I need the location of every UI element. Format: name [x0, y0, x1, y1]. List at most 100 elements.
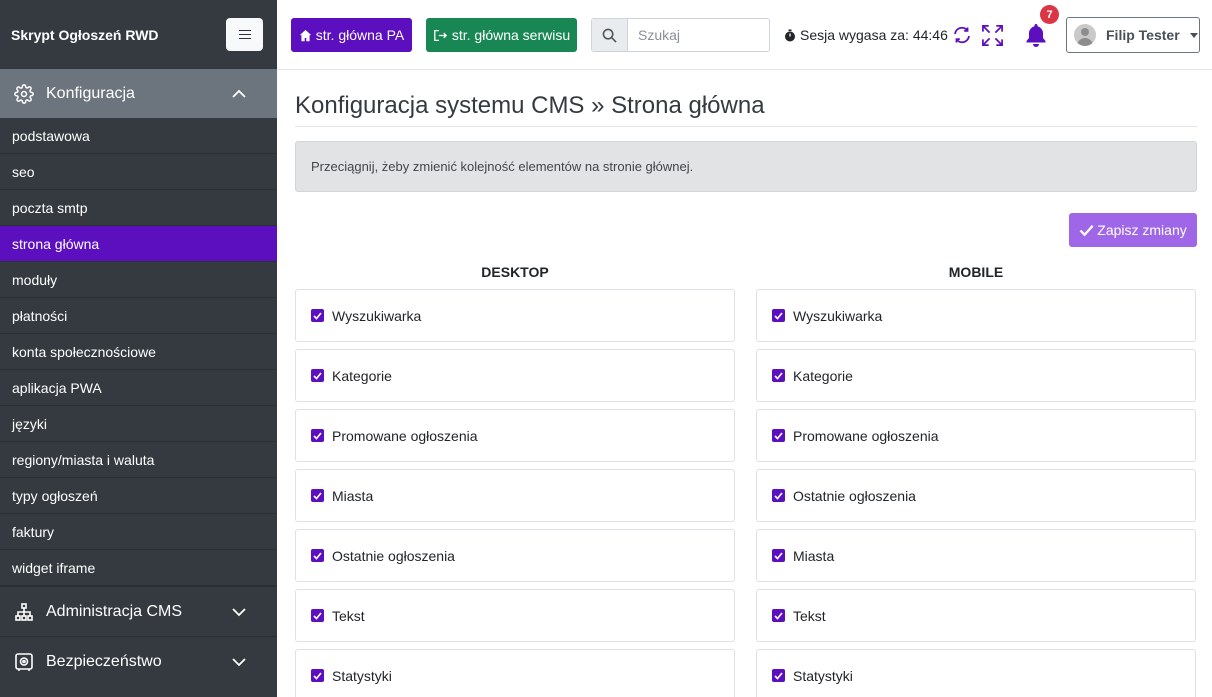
sidebar-item-regiony[interactable]: regiony/miasta i waluta: [0, 442, 277, 478]
sidebar-item-aplikacja-pwa[interactable]: aplikacja PWA: [0, 370, 277, 406]
sortable-item[interactable]: Ostatnie ogłoszenia: [756, 469, 1196, 522]
menu-toggle-button[interactable]: [226, 18, 263, 51]
info-alert: Przeciągnij, żeby zmienić kolejność elem…: [295, 141, 1197, 192]
sidebar-item-faktury[interactable]: faktury: [0, 514, 277, 550]
check-icon: [313, 491, 322, 500]
check-icon: [1079, 224, 1094, 236]
sidebar-item-label: strona główna: [12, 235, 100, 252]
topbar: str. główna PA str. główna serwisu Sesja…: [277, 0, 1212, 70]
sidebar-item-moduly[interactable]: moduły: [0, 262, 277, 298]
sidebar-item-label: widget iframe: [12, 559, 96, 576]
sortable-item[interactable]: Miasta: [295, 469, 735, 522]
item-label: Ostatnie ogłoszenia: [332, 547, 455, 564]
checkbox[interactable]: [772, 609, 785, 622]
check-icon: [313, 671, 322, 680]
save-label: Zapisz zmiany: [1097, 222, 1187, 238]
sortable-item[interactable]: Miasta: [756, 529, 1196, 582]
sortable-item[interactable]: Ostatnie ogłoszenia: [295, 529, 735, 582]
item-label: Promowane ogłoszenia: [793, 427, 939, 444]
page-title: Konfiguracja systemu CMS » Strona główna: [295, 92, 765, 119]
item-label: Ostatnie ogłoszenia: [793, 487, 916, 504]
sortable-item[interactable]: Tekst: [756, 589, 1196, 642]
user-name: Filip Tester: [1106, 27, 1180, 43]
alert-text: Przeciągnij, żeby zmienić kolejność elem…: [311, 159, 694, 174]
sidebar-section-bezpieczenstwo[interactable]: Bezpieczeństwo: [0, 636, 277, 686]
avatar: [1074, 24, 1096, 46]
sidebar-item-konta-spolecznosciowe[interactable]: konta społecznościowe: [0, 334, 277, 370]
sidebar-item-label: moduły: [12, 271, 58, 288]
sortable-item[interactable]: Kategorie: [756, 349, 1196, 402]
item-label: Statystyki: [793, 667, 853, 684]
sortable-item[interactable]: Wyszukiwarka: [756, 289, 1196, 342]
sortable-item[interactable]: Promowane ogłoszenia: [756, 409, 1196, 462]
check-icon: [774, 611, 783, 620]
sortable-item[interactable]: Wyszukiwarka: [295, 289, 735, 342]
check-icon: [774, 371, 783, 380]
check-icon: [774, 311, 783, 320]
gear-icon: [14, 83, 34, 104]
brand-title: Skrypt Ogłoszeń RWD: [11, 26, 159, 43]
checkbox[interactable]: [311, 489, 324, 502]
checkbox[interactable]: [311, 369, 324, 382]
sidebar-item-label: regiony/miasta i waluta: [12, 451, 155, 468]
item-label: Wyszukiwarka: [332, 307, 422, 324]
admin-home-button[interactable]: str. główna PA: [291, 18, 412, 52]
checkbox[interactable]: [311, 669, 324, 682]
sidebar-section-konfiguracja[interactable]: Konfiguracja: [0, 69, 277, 118]
save-changes-button[interactable]: Zapisz zmiany: [1069, 213, 1197, 247]
sortable-item[interactable]: Statystyki: [756, 649, 1196, 697]
sidebar-item-poczta-smtp[interactable]: poczta smtp: [0, 190, 277, 226]
check-icon: [313, 431, 322, 440]
search-icon[interactable]: [592, 19, 628, 51]
sidebar: Skrypt Ogłoszeń RWD Konfiguracja podstaw…: [0, 0, 277, 697]
sidebar-item-typy-ogloszen[interactable]: typy ogłoszeń: [0, 478, 277, 514]
sidebar-section-label: Administracja CMS: [46, 602, 183, 620]
site-home-button[interactable]: str. główna serwisu: [426, 18, 577, 52]
sortable-item[interactable]: Promowane ogłoszenia: [295, 409, 735, 462]
chevron-down-icon: [232, 607, 246, 616]
checkbox[interactable]: [311, 609, 324, 622]
checkbox[interactable]: [311, 429, 324, 442]
sortable-item[interactable]: Statystyki: [295, 649, 735, 697]
refresh-icon[interactable]: [952, 26, 972, 44]
sidebar-submenu: podstawowa seo poczta smtp strona główna…: [0, 118, 277, 586]
search-group: [591, 18, 770, 52]
notification-badge: 7: [1040, 5, 1059, 24]
sortable-item[interactable]: Kategorie: [295, 349, 735, 402]
sidebar-item-label: poczta smtp: [12, 199, 88, 216]
checkbox[interactable]: [772, 369, 785, 382]
sidebar-item-podstawowa[interactable]: podstawowa: [0, 118, 277, 154]
vault-icon: [14, 652, 34, 672]
sidebar-item-jezyki[interactable]: języki: [0, 406, 277, 442]
checkbox[interactable]: [311, 309, 324, 322]
checkbox[interactable]: [772, 429, 785, 442]
mobile-header: MOBILE: [948, 264, 1004, 280]
fullscreen-icon[interactable]: [981, 24, 1004, 47]
user-menu-button[interactable]: Filip Tester: [1066, 17, 1200, 53]
sortable-item[interactable]: Tekst: [295, 589, 735, 642]
checkbox[interactable]: [772, 549, 785, 562]
sidebar-item-label: płatności: [12, 307, 68, 324]
sidebar-item-label: aplikacja PWA: [12, 379, 102, 396]
site-home-label: str. główna serwisu: [451, 27, 571, 43]
item-label: Kategorie: [793, 367, 853, 384]
sidebar-item-platnosci[interactable]: płatności: [0, 298, 277, 334]
sidebar-item-label: podstawowa: [12, 127, 90, 144]
checkbox[interactable]: [311, 549, 324, 562]
admin-home-label: str. główna PA: [315, 27, 405, 43]
home-icon: [299, 29, 311, 41]
checkbox[interactable]: [772, 489, 785, 502]
sidebar-item-seo[interactable]: seo: [0, 154, 277, 190]
item-label: Tekst: [332, 607, 365, 624]
checkbox[interactable]: [772, 669, 785, 682]
bell-icon[interactable]: [1026, 24, 1046, 47]
search-input[interactable]: [628, 19, 768, 51]
checkbox[interactable]: [772, 309, 785, 322]
caret-down-icon: [1189, 32, 1198, 38]
exit-icon: [434, 29, 447, 41]
item-label: Miasta: [332, 487, 374, 504]
sidebar-item-label: faktury: [12, 523, 55, 540]
sidebar-item-widget-iframe[interactable]: widget iframe: [0, 550, 277, 586]
sidebar-section-administracja-cms[interactable]: Administracja CMS: [0, 586, 277, 636]
sidebar-item-strona-glowna[interactable]: strona główna: [0, 226, 277, 262]
